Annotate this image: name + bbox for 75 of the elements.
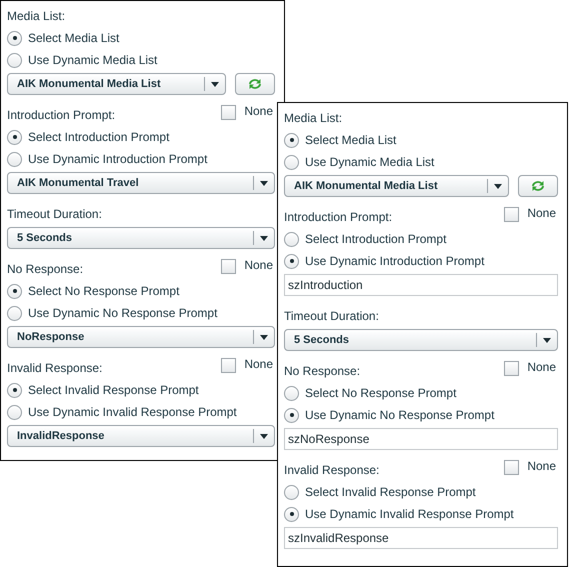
radio-label: Use Dynamic Introduction Prompt [28, 151, 208, 168]
radio-label: Use Dynamic No Response Prompt [305, 407, 494, 424]
radio-button[interactable] [7, 130, 22, 144]
radio-button[interactable] [7, 52, 22, 68]
caret-icon [211, 82, 219, 86]
section-label: Introduction Prompt: [7, 107, 116, 124]
radio-label: Select Introduction Prompt [305, 231, 446, 248]
refresh-icon [247, 77, 263, 91]
caret-icon [260, 334, 268, 340]
radio-button[interactable] [284, 484, 299, 500]
radio-button[interactable] [7, 152, 22, 166]
radio-button[interactable] [7, 404, 22, 420]
section-label: Invalid Response: [7, 360, 102, 377]
radio-label: Select Invalid Response Prompt [305, 484, 476, 501]
radio-button[interactable] [7, 382, 22, 398]
radio-label: Select Introduction Prompt [28, 129, 170, 146]
checkbox-label: None [527, 205, 556, 222]
section-label: No Response: [284, 363, 360, 380]
checkbox-label: None [527, 359, 556, 376]
checkbox-label: None [244, 103, 273, 120]
radio-button[interactable] [284, 232, 299, 246]
dropdown[interactable]: 5 Seconds [7, 227, 275, 249]
dropdown[interactable]: AIK Monumental Media List [284, 175, 509, 197]
radio-label: Select Media List [28, 30, 120, 47]
radio-label: Use Dynamic Invalid Response Prompt [305, 506, 514, 523]
refresh-icon [530, 179, 546, 193]
text-field[interactable]: szIntroduction [284, 274, 558, 296]
checkbox[interactable] [504, 460, 520, 475]
section-label: Timeout Duration: [7, 206, 102, 223]
caret-icon [260, 434, 268, 438]
section-label: Media List: [7, 8, 66, 25]
section-label: Invalid Response: [284, 462, 380, 479]
radio-button[interactable] [284, 506, 299, 522]
refresh-button[interactable] [235, 73, 275, 95]
refresh-button[interactable] [518, 175, 558, 197]
caret-icon [260, 236, 268, 240]
text-field[interactable]: szNoResponse [284, 428, 558, 450]
caret-icon [260, 180, 268, 186]
checkbox-label: None [244, 257, 273, 274]
section-label: Introduction Prompt: [284, 209, 392, 226]
section-label: Timeout Duration: [284, 308, 379, 325]
radio-button[interactable] [284, 254, 299, 268]
caret-icon [494, 184, 502, 188]
section-label: No Response: [7, 261, 84, 278]
checkbox[interactable] [504, 361, 520, 376]
radio-label: Use Dynamic Media List [28, 52, 158, 69]
text-field[interactable]: szInvalidResponse [284, 527, 558, 549]
radio-label: Use Dynamic Invalid Response Prompt [28, 404, 237, 421]
checkbox-label: None [527, 458, 556, 475]
radio-label: Select Media List [305, 132, 396, 149]
checkbox[interactable] [504, 207, 520, 222]
radio-button[interactable] [284, 386, 299, 400]
section-label: Media List: [284, 110, 342, 127]
dropdown[interactable]: InvalidResponse [7, 425, 275, 447]
checkbox[interactable] [221, 259, 236, 274]
dropdown[interactable]: AIK Monumental Media List [7, 73, 226, 95]
radio-label: Select No Response Prompt [28, 283, 180, 300]
radio-button[interactable] [284, 154, 299, 170]
radio-label: Select Invalid Response Prompt [28, 382, 199, 399]
radio-label: Select No Response Prompt [305, 385, 456, 402]
radio-label: Use Dynamic No Response Prompt [28, 305, 218, 322]
dropdown[interactable]: NoResponse [7, 326, 275, 348]
radio-button[interactable] [284, 132, 299, 148]
radio-button[interactable] [7, 306, 22, 320]
radio-label: Use Dynamic Introduction Prompt [305, 253, 484, 270]
radio-button[interactable] [7, 30, 22, 46]
dropdown[interactable]: 5 Seconds [284, 329, 558, 351]
radio-button[interactable] [284, 408, 299, 422]
radio-label: Use Dynamic Media List [305, 154, 434, 171]
dropdown[interactable]: AIK Monumental Travel [7, 172, 275, 194]
radio-button[interactable] [7, 284, 22, 298]
caret-icon [543, 338, 551, 342]
checkbox[interactable] [221, 358, 236, 373]
checkbox[interactable] [221, 105, 236, 120]
checkbox-label: None [244, 356, 273, 373]
